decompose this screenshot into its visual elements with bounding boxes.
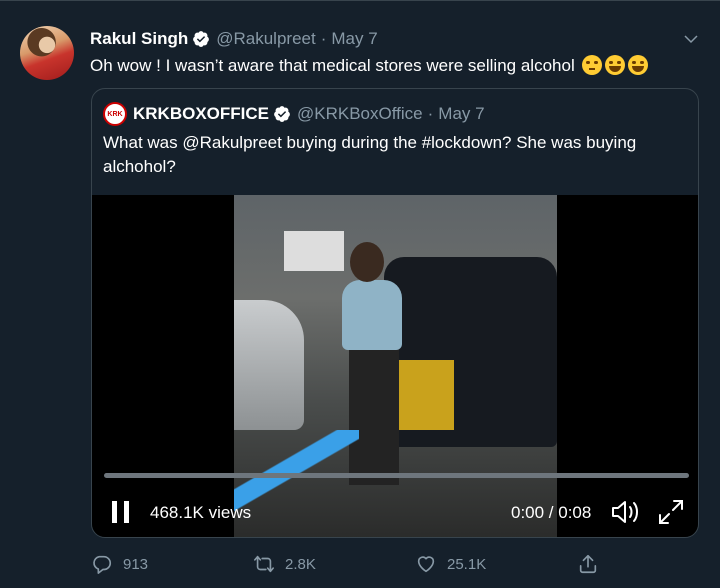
top-divider [0,0,720,1]
fullscreen-icon[interactable] [658,499,684,525]
video-scene-sign [284,231,344,271]
tweet-header: Rakul Singh @Rakulpreet · May 7 [90,28,378,50]
retweet-action[interactable]: 2.8K [253,552,316,576]
quoted-author-handle: @KRKBoxOffice [297,104,423,123]
reply-action[interactable]: 913 [91,552,148,576]
tweet-text: Oh wow ! I wasn’t aware that medical sto… [90,55,649,77]
tears-of-joy-icon [605,55,626,75]
tweet-date[interactable]: May 7 [331,29,377,49]
verified-badge-icon [193,31,210,47]
quoted-tweet-date: May 7 [438,104,485,123]
video-scene-person-head [350,242,384,282]
author-avatar[interactable] [20,26,74,80]
retweet-icon [254,555,274,573]
tweet-text-body: Oh wow ! I wasn’t aware that medical sto… [90,56,575,75]
tears-of-joy-icon [628,55,649,75]
author-name[interactable]: Rakul Singh [90,29,188,49]
video-frame [234,195,557,537]
quoted-author-avatar: KRK [103,102,127,126]
chevron-down-icon[interactable] [682,30,700,48]
video-player[interactable]: 468.1K views 0:00 / 0:08 [92,195,698,537]
reply-count: 913 [123,555,149,573]
quoted-tweet-header: KRK KRKBOXOFFICE @KRKBoxOffice · May 7 [103,102,485,126]
like-action[interactable]: 25.1K [415,552,486,576]
quoted-tweet[interactable]: KRK KRKBOXOFFICE @KRKBoxOffice · May 7 W… [91,88,699,538]
tweet-actions: 913 2.8K 25.1K [0,552,720,576]
verified-badge-icon [274,106,290,122]
video-progress-bar[interactable] [104,473,689,478]
heart-icon [417,556,435,573]
video-views: 468.1K views [150,503,252,522]
author-handle[interactable]: @Rakulpreet [216,29,315,49]
quoted-tweet-text: What was @Rakulpreet buying during the #… [103,133,637,176]
share-action[interactable] [577,552,599,576]
thinking-face-icon [582,55,603,75]
video-scene-person-body [342,280,402,350]
share-icon [579,554,597,574]
separator-dot: · [320,29,327,48]
separator-dot: · [427,104,434,123]
quoted-author-name: KRKBOXOFFICE [133,104,269,123]
video-time: 0:00 / 0:08 [511,503,592,522]
retweet-count: 2.8K [285,555,316,573]
video-scene-car [234,300,304,430]
reply-icon [93,555,112,574]
volume-icon[interactable] [610,499,640,525]
pause-icon[interactable] [112,501,130,523]
like-count: 25.1K [447,555,487,573]
